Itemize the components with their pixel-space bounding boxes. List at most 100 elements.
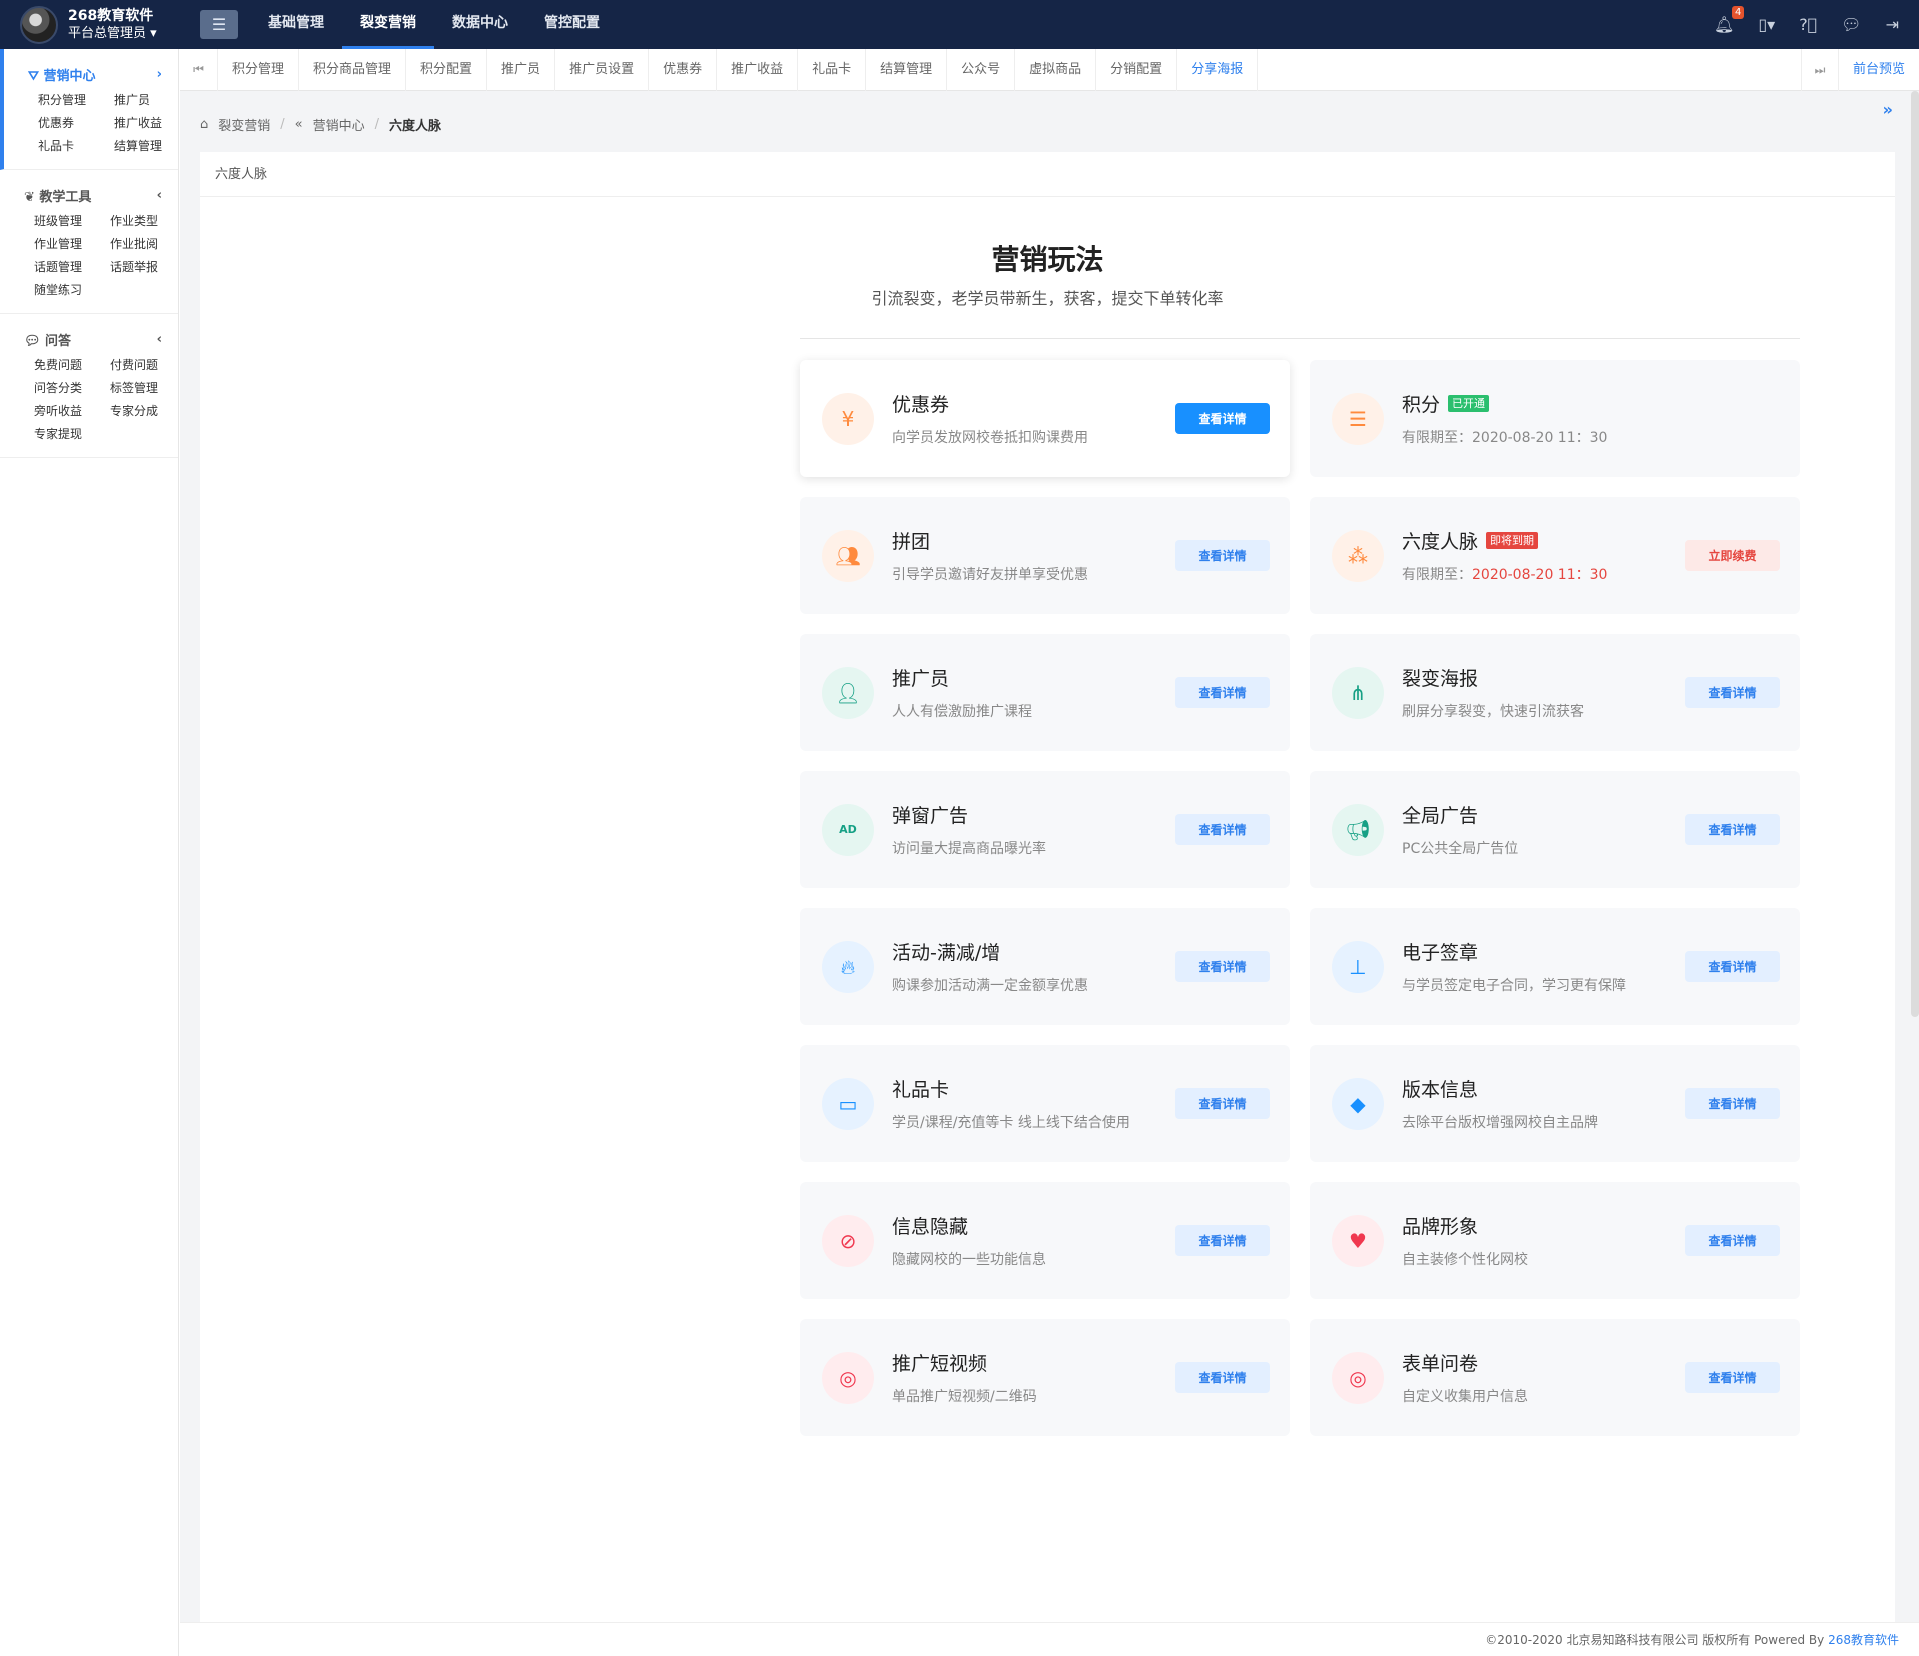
feature-card[interactable]: ⊘ 信息隐藏 隐藏网校的一些功能信息 查看详情 <box>800 1182 1290 1299</box>
feature-card[interactable]: 📢︎ 全局广告 PC公共全局广告位 查看详情 <box>1310 771 1800 888</box>
feature-card[interactable]: ▭ 礼品卡 学员/课程/充值等卡 线上线下结合使用 查看详情 <box>800 1045 1290 1162</box>
view-details-button[interactable]: 查看详情 <box>1175 1088 1270 1119</box>
sidebar-item[interactable]: 作业类型 <box>110 213 186 230</box>
chevron-left-icon[interactable]: ‹ <box>157 188 162 203</box>
top-navbar: 268教育软件 平台总管理员 ▾ ☰ 基础管理 裂变营销 数据中心 管控配置 🔔︎ 4 … <box>0 0 1919 49</box>
sidebar-item[interactable]: 作业批阅 <box>110 236 186 253</box>
menu-toggle-button[interactable]: ☰ <box>200 10 238 39</box>
feature-card[interactable]: 👥︎ 拼团 引导学员邀请好友拼单享受优惠 查看详情 <box>800 497 1290 614</box>
frontend-preview-link[interactable]: 前台预览 <box>1839 49 1919 91</box>
breadcrumb-link[interactable]: 裂变营销 <box>218 115 270 134</box>
sidebar-item[interactable]: 积分管理 <box>38 92 114 109</box>
top-nav-item[interactable]: 基础管理 <box>250 0 342 49</box>
expand-icon[interactable]: » <box>1883 100 1893 119</box>
sidebar-item[interactable]: 话题管理 <box>34 259 110 276</box>
feature-card-title-text: 拼团 <box>892 531 931 553</box>
feature-card[interactable]: ⋔ 裂变海报 刷屏分享裂变，快速引流获客 查看详情 <box>1310 634 1800 751</box>
tab-item[interactable]: 公众号 <box>947 48 1016 91</box>
feature-card-title-text: 推广短视频 <box>892 1353 988 1375</box>
view-details-button[interactable]: 查看详情 <box>1175 814 1270 845</box>
coins-icon: ☰ <box>1332 392 1384 445</box>
feature-card[interactable]: ◆ 版本信息 去除平台版权增强网校自主品牌 查看详情 <box>1310 1045 1800 1162</box>
tab-item[interactable]: 推广收益 <box>717 48 799 91</box>
view-details-button[interactable]: 查看详情 <box>1685 1362 1780 1393</box>
top-nav-item[interactable]: 管控配置 <box>526 0 618 49</box>
user-role-dropdown[interactable]: 平台总管理员 ▾ <box>68 25 157 42</box>
status-badge: 已开通 <box>1448 395 1490 412</box>
tab-item[interactable]: 积分商品管理 <box>299 48 407 91</box>
sidebar-item[interactable]: 推广收益 <box>114 115 190 132</box>
feature-card[interactable]: ◎ 推广短视频 单品推广短视频/二维码 查看详情 <box>800 1319 1290 1436</box>
feature-card[interactable]: ¥ 优惠券 向学员发放网校卷抵扣购课费用 查看详情 <box>800 360 1290 477</box>
mobile-icon[interactable]: ▯▾ <box>1758 15 1775 34</box>
top-nav-item[interactable]: 裂变营销 <box>342 0 434 49</box>
view-details-button[interactable]: 查看详情 <box>1175 1362 1270 1393</box>
feature-card[interactable]: 🔥︎ 活动-满减/增 购课参加活动满一定金额享优惠 查看详情 <box>800 908 1290 1025</box>
feature-card[interactable]: AD 弹窗广告 访问量大提高商品曝光率 查看详情 <box>800 771 1290 888</box>
view-details-button[interactable]: 查看详情 <box>1175 1225 1270 1256</box>
tab-item[interactable]: 分享海报 <box>1177 48 1259 91</box>
sidebar-item[interactable]: 付费问题 <box>110 357 186 374</box>
sidebar-item[interactable]: 礼品卡 <box>38 138 114 155</box>
sidebar-item[interactable]: 推广员 <box>114 92 190 109</box>
feature-card[interactable]: 👤︎ 推广员 人人有偿激励推广课程 查看详情 <box>800 634 1290 751</box>
tab-scroll-right-icon[interactable]: ⏭ <box>1800 49 1839 91</box>
view-details-button[interactable]: 查看详情 <box>1685 951 1780 982</box>
view-details-button[interactable]: 查看详情 <box>1175 951 1270 982</box>
sidebar-section-header[interactable]: ❦ 教学工具 ‹ <box>0 180 178 213</box>
chevron-right-icon[interactable]: › <box>157 67 162 82</box>
logout-icon[interactable]: ⇥ <box>1886 15 1899 34</box>
tab-item[interactable]: 礼品卡 <box>798 48 867 91</box>
view-details-button[interactable]: 查看详情 <box>1685 1088 1780 1119</box>
sidebar-item[interactable]: 优惠券 <box>38 115 114 132</box>
tab-item[interactable]: 虚拟商品 <box>1015 48 1097 91</box>
tab-item[interactable]: 结算管理 <box>866 48 948 91</box>
sidebar-item[interactable]: 话题举报 <box>110 259 186 276</box>
view-details-button[interactable]: 查看详情 <box>1175 677 1270 708</box>
tab-item[interactable]: 积分配置 <box>406 48 488 91</box>
sidebar-section-header[interactable]: 💬︎ 问答 ‹ <box>0 324 178 357</box>
feature-card-title-text: 积分 <box>1402 394 1441 416</box>
feature-card[interactable]: ♥ 品牌形象 自主装修个性化网校 查看详情 <box>1310 1182 1800 1299</box>
bell-icon[interactable]: 🔔︎ 4 <box>1714 6 1745 34</box>
chevron-left-icon[interactable]: ‹ <box>157 332 162 347</box>
sidebar-item[interactable]: 标签管理 <box>110 380 186 397</box>
brand-text[interactable]: 268教育软件 平台总管理员 ▾ <box>68 8 157 42</box>
brand-link[interactable]: 268教育软件 <box>1828 1633 1899 1647</box>
tab-item[interactable]: 推广员 <box>487 48 556 91</box>
avatar[interactable] <box>20 5 58 44</box>
tab-item[interactable]: 分销配置 <box>1096 48 1178 91</box>
tab-item[interactable]: 优惠券 <box>649 48 718 91</box>
view-details-button[interactable]: 查看详情 <box>1175 403 1270 434</box>
view-details-button[interactable]: 查看详情 <box>1685 814 1780 845</box>
sidebar-item[interactable]: 专家提现 <box>34 426 110 443</box>
top-nav-item[interactable]: 数据中心 <box>434 0 526 49</box>
sidebar-item[interactable]: 结算管理 <box>114 138 190 155</box>
sidebar-item[interactable]: 旁听收益 <box>34 403 110 420</box>
scrollbar[interactable] <box>1911 91 1919 1017</box>
sidebar-item[interactable]: 班级管理 <box>34 213 110 230</box>
tab-item[interactable]: 推广员设置 <box>555 48 650 91</box>
sidebar-section-header[interactable]: ⛛ 营销中心 › <box>4 59 178 92</box>
tab-item[interactable]: 积分管理 <box>218 48 300 91</box>
renew-button[interactable]: 立即续费 <box>1685 540 1780 571</box>
view-details-button[interactable]: 查看详情 <box>1685 677 1780 708</box>
sidebar-item[interactable]: 问答分类 <box>34 380 110 397</box>
feature-card[interactable]: ⁂ 六度人脉 即将到期 有限期至：2020-08-20 11：30 立即续费 <box>1310 497 1800 614</box>
feature-card[interactable]: ☰ 积分 已开通 有限期至：2020-08-20 11：30 <box>1310 360 1800 477</box>
feature-card[interactable]: ◎ 表单问卷 自定义收集用户信息 查看详情 <box>1310 1319 1800 1436</box>
sidebar-item[interactable]: 专家分成 <box>110 403 186 420</box>
sidebar-item[interactable]: 免费问题 <box>34 357 110 374</box>
sidebar-item[interactable]: 作业管理 <box>34 236 110 253</box>
expire-label: 有限期至： <box>1402 430 1472 446</box>
tab-scroll-left-icon[interactable]: ⏮ <box>180 48 218 91</box>
help-icon[interactable]: ?⃝ <box>1799 15 1817 34</box>
sidebar-item[interactable]: 随堂练习 <box>34 282 110 299</box>
leaf-icon: ❦ <box>24 190 40 205</box>
feature-card[interactable]: ⊥ 电子签章 与学员签定电子合同，学习更有保障 查看详情 <box>1310 908 1800 1025</box>
chat-icon[interactable]: 💬︎ <box>1841 15 1861 34</box>
view-details-button[interactable]: 查看详情 <box>1685 1225 1780 1256</box>
view-details-button[interactable]: 查看详情 <box>1175 540 1270 571</box>
card-title: 六度人脉 <box>200 152 1895 197</box>
breadcrumb-link[interactable]: 营销中心 <box>313 115 365 134</box>
